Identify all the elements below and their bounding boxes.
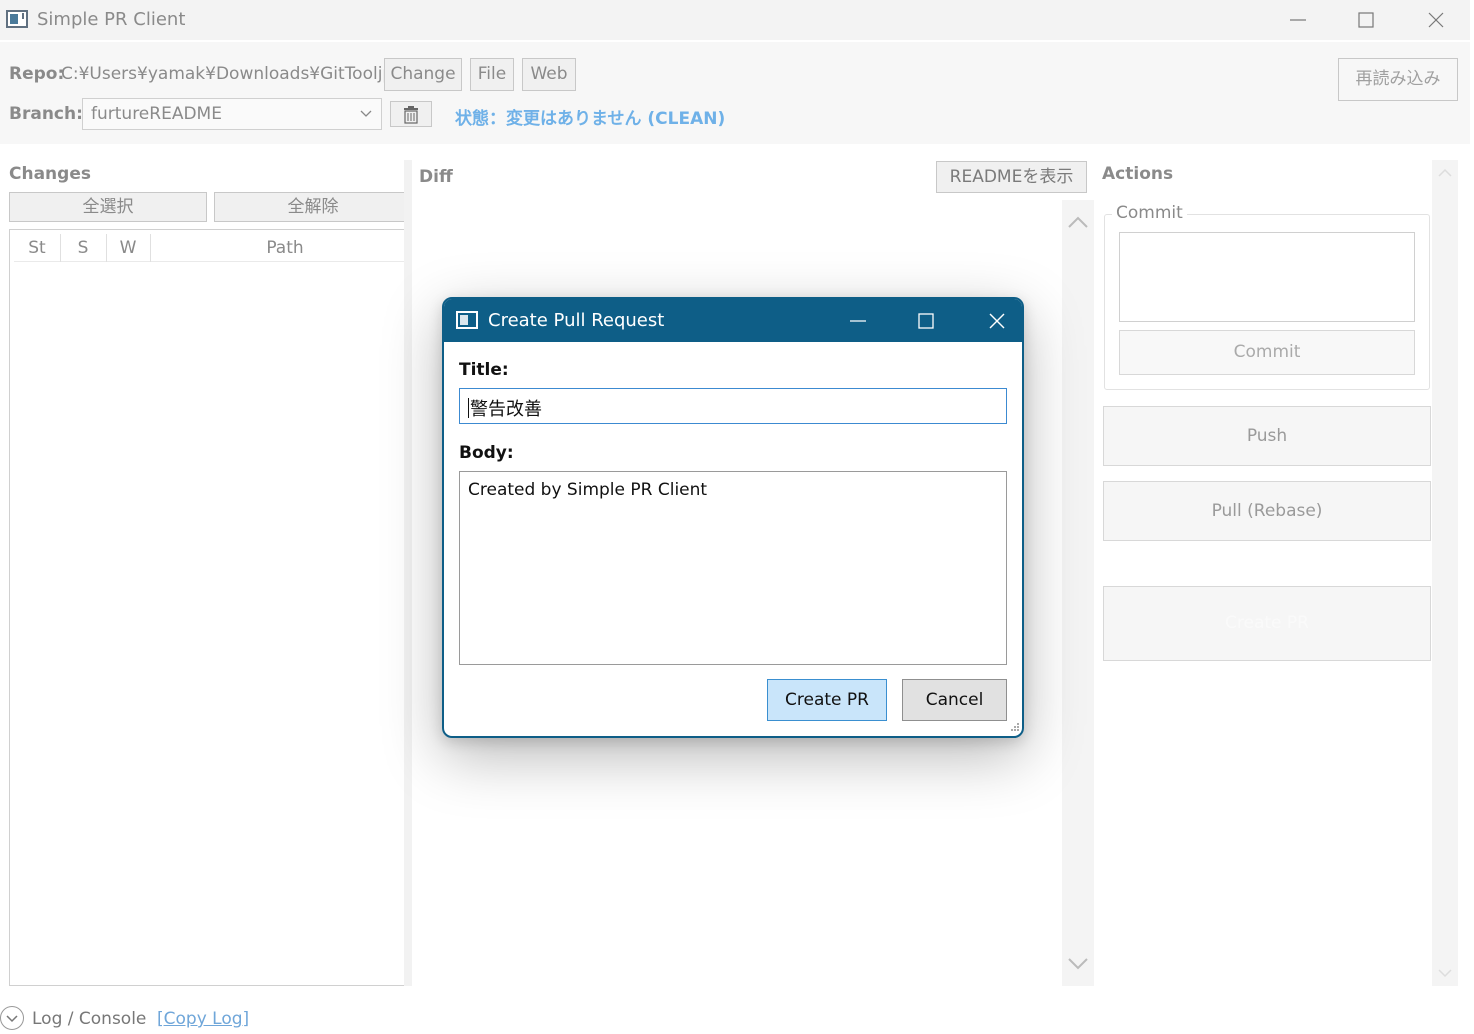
changes-table[interactable]: St S W Path: [9, 229, 411, 986]
dialog-app-icon: [456, 311, 478, 329]
show-readme-button[interactable]: READMEを表示: [936, 161, 1087, 193]
trash-icon: [404, 106, 418, 124]
window-title: Simple PR Client: [37, 9, 186, 30]
cancel-button[interactable]: Cancel: [902, 679, 1007, 721]
column-header-w[interactable]: W: [106, 238, 150, 258]
main-titlebar: Simple PR Client: [0, 0, 1470, 40]
dialog-titlebar: Create Pull Request: [444, 299, 1022, 342]
file-button[interactable]: File: [470, 58, 514, 91]
dialog-minimize-button[interactable]: [827, 299, 887, 342]
changes-table-header: St S W Path: [14, 230, 404, 262]
log-console-bar: Log / Console [Copy Log]: [0, 1004, 400, 1034]
close-icon: [1428, 12, 1444, 28]
select-all-button[interactable]: 全選択: [9, 192, 207, 222]
dialog-close-button[interactable]: [966, 299, 1022, 342]
column-header-path[interactable]: Path: [150, 238, 420, 258]
resize-grip-icon[interactable]: [1006, 720, 1020, 734]
scroll-up-icon[interactable]: [1437, 166, 1453, 180]
text-caret: [468, 398, 469, 418]
minimize-icon: [1290, 19, 1306, 21]
commit-group-label: Commit: [1112, 203, 1187, 223]
pr-body-value: Created by Simple PR Client: [468, 480, 708, 500]
create-pr-confirm-button[interactable]: Create PR: [767, 679, 887, 721]
title-field-label: Title:: [459, 360, 509, 380]
dialog-maximize-button[interactable]: [895, 299, 955, 342]
pr-title-input[interactable]: 警告改善: [459, 388, 1007, 424]
column-header-s[interactable]: S: [60, 238, 106, 258]
create-pr-button[interactable]: Create PR: [1103, 586, 1431, 661]
scroll-down-icon[interactable]: [1437, 966, 1453, 980]
actions-header: Actions: [1102, 164, 1174, 184]
maximize-icon: [918, 313, 934, 329]
minimize-button[interactable]: [1264, 0, 1332, 40]
repo-status: 状態：変更はありません (CLEAN): [455, 109, 726, 129]
repo-label: Repo:: [9, 64, 65, 84]
delete-branch-button[interactable]: [390, 101, 432, 127]
web-button[interactable]: Web: [522, 58, 576, 91]
reload-button[interactable]: 再読み込み: [1338, 58, 1458, 101]
change-repo-button[interactable]: Change: [384, 58, 462, 91]
dialog-title: Create Pull Request: [488, 310, 665, 331]
minimize-icon: [850, 320, 866, 322]
close-button[interactable]: [1402, 0, 1470, 40]
scroll-up-icon[interactable]: [1066, 212, 1090, 232]
pull-rebase-button[interactable]: Pull (Rebase): [1103, 481, 1431, 541]
changes-scrollbar[interactable]: [404, 160, 412, 986]
deselect-all-button[interactable]: 全解除: [214, 192, 412, 222]
log-console-label: Log / Console: [32, 1009, 147, 1029]
chevron-down-icon: [360, 110, 372, 117]
body-field-label: Body:: [459, 443, 514, 463]
branch-selected-value: furtureREADME: [91, 104, 222, 124]
copy-log-link[interactable]: [Copy Log]: [157, 1009, 249, 1029]
actions-scrollbar[interactable]: [1432, 160, 1458, 986]
maximize-icon: [1358, 12, 1374, 28]
chevron-down-icon: [6, 1015, 18, 1023]
diff-header: Diff: [419, 167, 453, 187]
pr-title-value: 警告改善: [470, 399, 542, 420]
diff-scrollbar[interactable]: [1062, 200, 1094, 986]
branch-select[interactable]: furtureREADME: [82, 98, 382, 130]
push-button[interactable]: Push: [1103, 406, 1431, 466]
create-pr-dialog: Create Pull Request Title: 警告改善 Body: Cr…: [442, 297, 1024, 738]
scroll-down-icon[interactable]: [1066, 954, 1090, 974]
pr-body-input[interactable]: Created by Simple PR Client: [459, 471, 1007, 665]
maximize-button[interactable]: [1332, 0, 1400, 40]
changes-header: Changes: [9, 164, 91, 184]
commit-message-input[interactable]: [1119, 232, 1415, 322]
commit-button[interactable]: Commit: [1119, 330, 1415, 375]
branch-label: Branch:: [9, 104, 83, 124]
log-toggle-button[interactable]: [0, 1006, 24, 1030]
app-icon: [6, 10, 28, 28]
close-icon: [989, 313, 1005, 329]
column-header-st[interactable]: St: [14, 238, 60, 258]
repo-path: C:¥Users¥yamak¥Downloads¥GitTooljp: [61, 64, 394, 84]
